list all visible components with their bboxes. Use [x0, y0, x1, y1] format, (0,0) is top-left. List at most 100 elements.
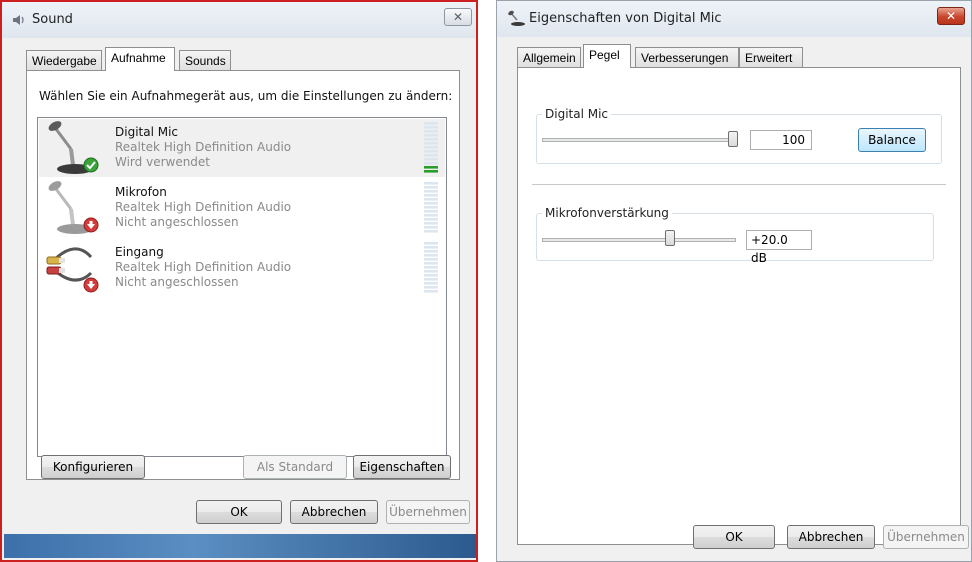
properties-close-button[interactable]: ✕	[937, 7, 965, 25]
level-segment	[424, 138, 438, 141]
properties-tabs: Allgemein Pegel Verbesserungen Erweitert	[517, 44, 817, 68]
level-segment	[424, 266, 438, 269]
device-status: Nicht angeschlossen	[115, 275, 239, 289]
properties-titlebar[interactable]: Eigenschaften von Digital Mic ✕	[497, 1, 971, 37]
level-segment	[424, 210, 438, 213]
level-segment	[424, 282, 438, 285]
sound-close-button[interactable]: ✕	[444, 8, 472, 26]
level-segment	[424, 186, 438, 189]
device-status: Wird verwendet	[115, 155, 211, 169]
level-segment	[424, 258, 438, 261]
digital-mic-slider-thumb[interactable]	[728, 131, 738, 147]
level-segment	[424, 270, 438, 273]
device-driver: Realtek High Definition Audio	[115, 140, 292, 154]
device-name: Eingang	[115, 245, 164, 259]
level-segment	[424, 166, 438, 169]
apply-button[interactable]: Übernehmen	[883, 525, 969, 549]
device-eingang[interactable]: Eingang Realtek High Definition Audio Ni…	[39, 239, 445, 297]
level-segment	[424, 162, 438, 165]
level-segment	[424, 130, 438, 133]
level-segment	[424, 126, 438, 129]
sound-title: Sound	[32, 12, 73, 27]
level-meter	[424, 122, 438, 173]
tab-verbesserungen[interactable]: Verbesserungen	[635, 47, 739, 68]
balance-button[interactable]: Balance	[858, 128, 926, 152]
level-segment	[424, 290, 438, 293]
device-digital-mic[interactable]: Digital Mic Realtek High Definition Audi…	[39, 119, 445, 177]
level-segment	[424, 262, 438, 265]
level-segment	[424, 250, 438, 253]
level-segment	[424, 158, 438, 161]
level-segment	[424, 214, 438, 217]
cancel-button[interactable]: Abbrechen	[290, 500, 378, 524]
apply-button[interactable]: Übernehmen	[386, 500, 470, 524]
level-segment	[424, 218, 438, 221]
set-default-button[interactable]: Als Standard	[243, 455, 347, 479]
microphone-icon	[508, 10, 525, 26]
boost-slider-thumb[interactable]	[665, 230, 676, 246]
tab-sounds[interactable]: Sounds	[179, 50, 231, 71]
cancel-button[interactable]: Abbrechen	[787, 525, 875, 549]
level-segment	[424, 142, 438, 145]
device-driver: Realtek High Definition Audio	[115, 200, 292, 214]
level-segment	[424, 278, 438, 281]
level-segment	[424, 122, 438, 125]
level-segment	[424, 190, 438, 193]
sound-titlebar[interactable]: Sound ✕	[2, 2, 476, 38]
level-segment	[424, 226, 438, 229]
device-name: Digital Mic	[115, 125, 179, 139]
ok-button[interactable]: OK	[196, 500, 282, 524]
tab-aufnahme[interactable]: Aufnahme	[105, 47, 175, 71]
properties-dialog: Eigenschaften von Digital Mic ✕ Allgemei…	[496, 0, 972, 562]
level-segment	[424, 242, 438, 245]
level-segment	[424, 202, 438, 205]
level-meter	[424, 242, 438, 293]
taskbar-strip	[4, 534, 476, 558]
digital-mic-slider-track[interactable]	[542, 138, 738, 142]
tab-wiedergabe[interactable]: Wiedergabe	[26, 50, 102, 71]
level-segment	[424, 146, 438, 149]
pegel-panel: Digital Mic 100 Balance Mikrofonverstärk…	[517, 67, 961, 545]
level-segment	[424, 246, 438, 249]
level-segment	[424, 230, 438, 233]
boost-group	[536, 213, 934, 261]
digital-mic-label: Digital Mic	[542, 107, 612, 121]
level-meter	[424, 182, 438, 233]
level-segment	[424, 274, 438, 277]
aufnahme-panel: Wählen Sie ein Aufnahmegerät aus, um die…	[26, 70, 460, 480]
properties-title: Eigenschaften von Digital Mic	[529, 11, 722, 26]
tab-pegel[interactable]: Pegel	[583, 44, 631, 68]
level-segment	[424, 254, 438, 257]
check-icon	[83, 157, 99, 173]
unplugged-icon	[83, 217, 99, 233]
boost-label: Mikrofonverstärkung	[542, 206, 672, 220]
device-driver: Realtek High Definition Audio	[115, 260, 292, 274]
boost-value[interactable]: +20.0 dB	[746, 230, 812, 265]
device-name: Mikrofon	[115, 185, 167, 199]
level-segment	[424, 134, 438, 137]
level-segment	[424, 170, 438, 173]
ok-button[interactable]: OK	[693, 525, 775, 549]
level-segment	[424, 182, 438, 185]
level-segment	[424, 222, 438, 225]
speaker-icon	[13, 15, 24, 25]
instruction-text: Wählen Sie ein Aufnahmegerät aus, um die…	[39, 89, 453, 103]
tab-erweitert[interactable]: Erweitert	[739, 47, 803, 68]
properties-button[interactable]: Eigenschaften	[353, 455, 451, 479]
level-segment	[424, 194, 438, 197]
sound-dialog: Sound ✕ Wiedergabe Aufnahme Sounds Wähle…	[0, 0, 478, 562]
sound-tabs: Wiedergabe Aufnahme Sounds	[26, 47, 326, 71]
level-segment	[424, 150, 438, 153]
level-segment	[424, 198, 438, 201]
tab-allgemein[interactable]: Allgemein	[517, 47, 581, 68]
device-status: Nicht angeschlossen	[115, 215, 239, 229]
unplugged-icon	[83, 277, 99, 293]
level-segment	[424, 286, 438, 289]
device-list[interactable]: Digital Mic Realtek High Definition Audi…	[37, 117, 447, 457]
level-segment	[424, 154, 438, 157]
level-segment	[424, 206, 438, 209]
boost-slider-track[interactable]	[542, 238, 736, 242]
configure-button[interactable]: Konfigurieren	[41, 455, 145, 479]
digital-mic-value[interactable]: 100	[750, 130, 812, 150]
device-mikrofon[interactable]: Mikrofon Realtek High Definition Audio N…	[39, 179, 445, 237]
